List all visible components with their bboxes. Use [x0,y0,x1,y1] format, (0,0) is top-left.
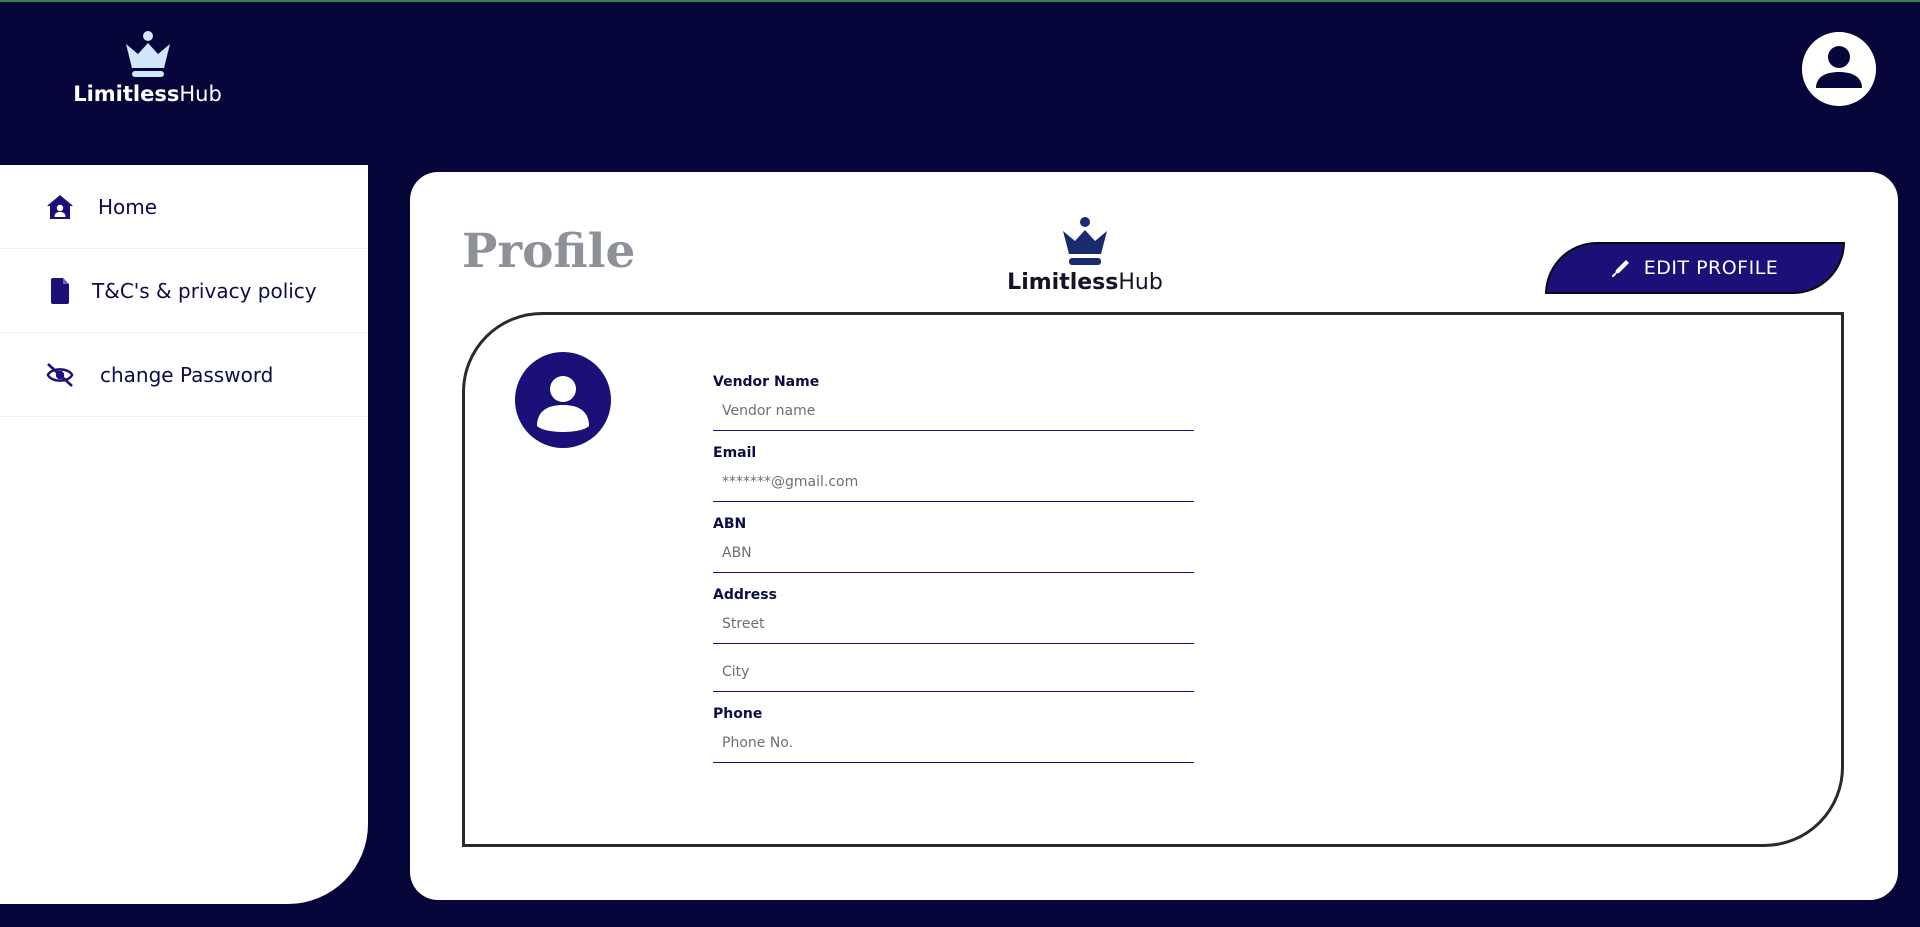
address-label: Address [713,587,777,603]
user-icon [537,376,589,432]
crown-icon [125,31,170,77]
sidebar-item-home[interactable]: Home [0,165,368,249]
abn-label: ABN [713,516,747,532]
crown-icon [1063,217,1107,265]
street-field[interactable] [713,604,1194,644]
sidebar-item-label: Home [98,194,158,219]
phone-label: Phone [713,706,763,722]
vendor-name-field[interactable] [713,391,1194,431]
city-field[interactable] [713,652,1194,692]
edit-profile-button[interactable]: EDIT PROFILE [1545,242,1845,294]
profile-avatar[interactable] [515,352,611,448]
brand-name: LimitlessHub [1007,270,1163,295]
sidebar-item-label: change Password [100,362,274,387]
user-icon [1802,32,1876,106]
sidebar-item-change-password[interactable]: change Password [0,333,368,417]
vendor-name-label: Vendor Name [713,374,820,390]
pen-icon [1611,259,1630,277]
user-avatar-button[interactable] [1802,32,1876,106]
edit-profile-label: EDIT PROFILE [1643,257,1779,279]
home-user-icon [46,193,74,221]
eye-slash-icon [46,361,74,389]
profile-card: Profile LimitlessHub EDIT PROFILE Vendor… [410,172,1898,900]
phone-field[interactable] [713,723,1194,763]
email-field[interactable] [713,462,1194,502]
page-title: Profile [462,224,636,279]
sidebar: Home T&C's & privacy policy change Passw… [0,165,368,904]
sidebar-item-label: T&C's & privacy policy [92,278,317,303]
sidebar-item-terms[interactable]: T&C's & privacy policy [0,249,368,333]
email-label: Email [713,445,757,461]
file-icon [46,277,74,305]
header-logo[interactable]: LimitlessHub [73,30,222,106]
profile-form: Vendor Name Email ABN Address Phone [713,373,1194,776]
brand-name: LimitlessHub [73,82,222,106]
profile-details-box: Vendor Name Email ABN Address Phone [462,312,1844,847]
abn-field[interactable] [713,533,1194,573]
center-logo: LimitlessHub [1007,216,1163,295]
